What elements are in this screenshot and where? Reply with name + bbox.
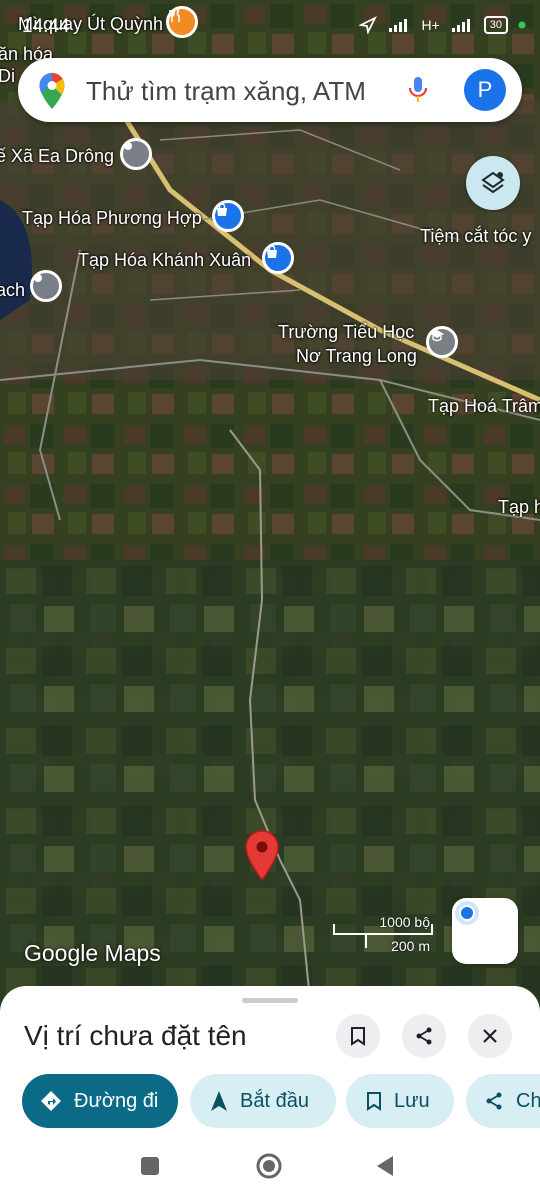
map-label-xa-ea-drong[interactable]: ế Xã Ea Drông [0, 146, 114, 167]
scale-bar [333, 924, 433, 948]
close-icon [483, 1029, 497, 1043]
map-label-ach[interactable]: ach [0, 280, 25, 301]
dropped-pin-icon[interactable] [244, 830, 280, 882]
save-button[interactable]: Lưu [346, 1074, 454, 1128]
account-avatar[interactable]: P [464, 69, 506, 111]
share-icon [486, 1092, 502, 1110]
share-label: Ch [516, 1089, 540, 1112]
signal-icon [389, 19, 408, 32]
search-input[interactable] [84, 70, 408, 112]
notification-dot-icon [518, 21, 526, 29]
sheet-drag-handle[interactable] [242, 998, 298, 1003]
map-label-school-line2[interactable]: Nơ Trang Long [296, 346, 417, 367]
map-label-di[interactable]: Di [0, 66, 15, 87]
my-location-button[interactable] [452, 898, 518, 964]
search-bar[interactable]: P [18, 58, 522, 122]
place-title: Vị trí chưa đặt tên [24, 1020, 247, 1051]
map-label-tap-hoa-phuong-hop[interactable]: Tạp Hóa Phương Hợp [22, 208, 202, 229]
save-place-button[interactable] [336, 1014, 380, 1058]
battery-icon: 30 [483, 16, 508, 34]
status-icons: H+ 30 [359, 16, 526, 34]
map-label-tap-hoa-tram[interactable]: Tạp Hoá Trâm [428, 396, 540, 417]
save-label: Lưu [394, 1089, 430, 1112]
system-navigation-bar [0, 1140, 540, 1200]
map-label-school-line1[interactable]: Trường Tiểu Học [278, 322, 414, 343]
status-bar: 14:44 H+ 30 [0, 0, 540, 52]
google-maps-logo: Google Maps [24, 940, 161, 966]
start-navigation-button[interactable]: Bắt đầu [190, 1074, 336, 1128]
bookmark-icon [351, 1027, 365, 1046]
map-layers-button[interactable] [466, 156, 520, 210]
map-label-tap-h[interactable]: Tạp h [498, 497, 540, 518]
place-poi-icon[interactable] [120, 138, 152, 170]
place-poi-icon[interactable] [30, 270, 62, 302]
layers-icon [481, 171, 505, 194]
share-button[interactable] [402, 1014, 446, 1058]
navigation-arrow-icon [359, 16, 378, 34]
close-button[interactable] [468, 1014, 512, 1058]
map-label-tiem-cat-toc[interactable]: Tiệm cắt tóc y [420, 226, 531, 247]
satellite-map[interactable]: Mì quay Út Quỳnh ăn hóa Di ế Xã Ea Drông… [0, 0, 540, 1000]
network-type: H+ [421, 17, 440, 33]
home-icon[interactable] [255, 1152, 283, 1180]
navigation-arrow-icon [211, 1091, 227, 1111]
share-chip-button[interactable]: Ch [466, 1074, 540, 1128]
map-label-tap-hoa-khanh-xuan[interactable]: Tạp Hóa Khánh Xuân [78, 250, 251, 271]
start-label: Bắt đầu [240, 1089, 309, 1112]
directions-button[interactable]: Đường đi [22, 1074, 178, 1128]
directions-icon [41, 1091, 61, 1111]
google-maps-pin-icon [39, 73, 65, 109]
back-icon[interactable] [375, 1154, 395, 1178]
map-scale: 1000 bộ 200 m [332, 912, 456, 956]
my-location-icon [455, 901, 479, 925]
recent-apps-icon[interactable] [140, 1156, 160, 1176]
school-icon[interactable] [426, 326, 458, 358]
shopping-bag-icon[interactable] [262, 242, 294, 274]
directions-label: Đường đi [74, 1089, 159, 1112]
shopping-bag-icon[interactable] [212, 200, 244, 232]
microphone-icon[interactable] [408, 76, 428, 104]
bookmark-icon [367, 1092, 381, 1111]
signal-icon [451, 19, 470, 32]
share-icon [416, 1027, 432, 1045]
status-time: 14:44 [22, 16, 70, 37]
action-chips: Đường đi Bắt đầu Lưu Ch [22, 1074, 540, 1128]
